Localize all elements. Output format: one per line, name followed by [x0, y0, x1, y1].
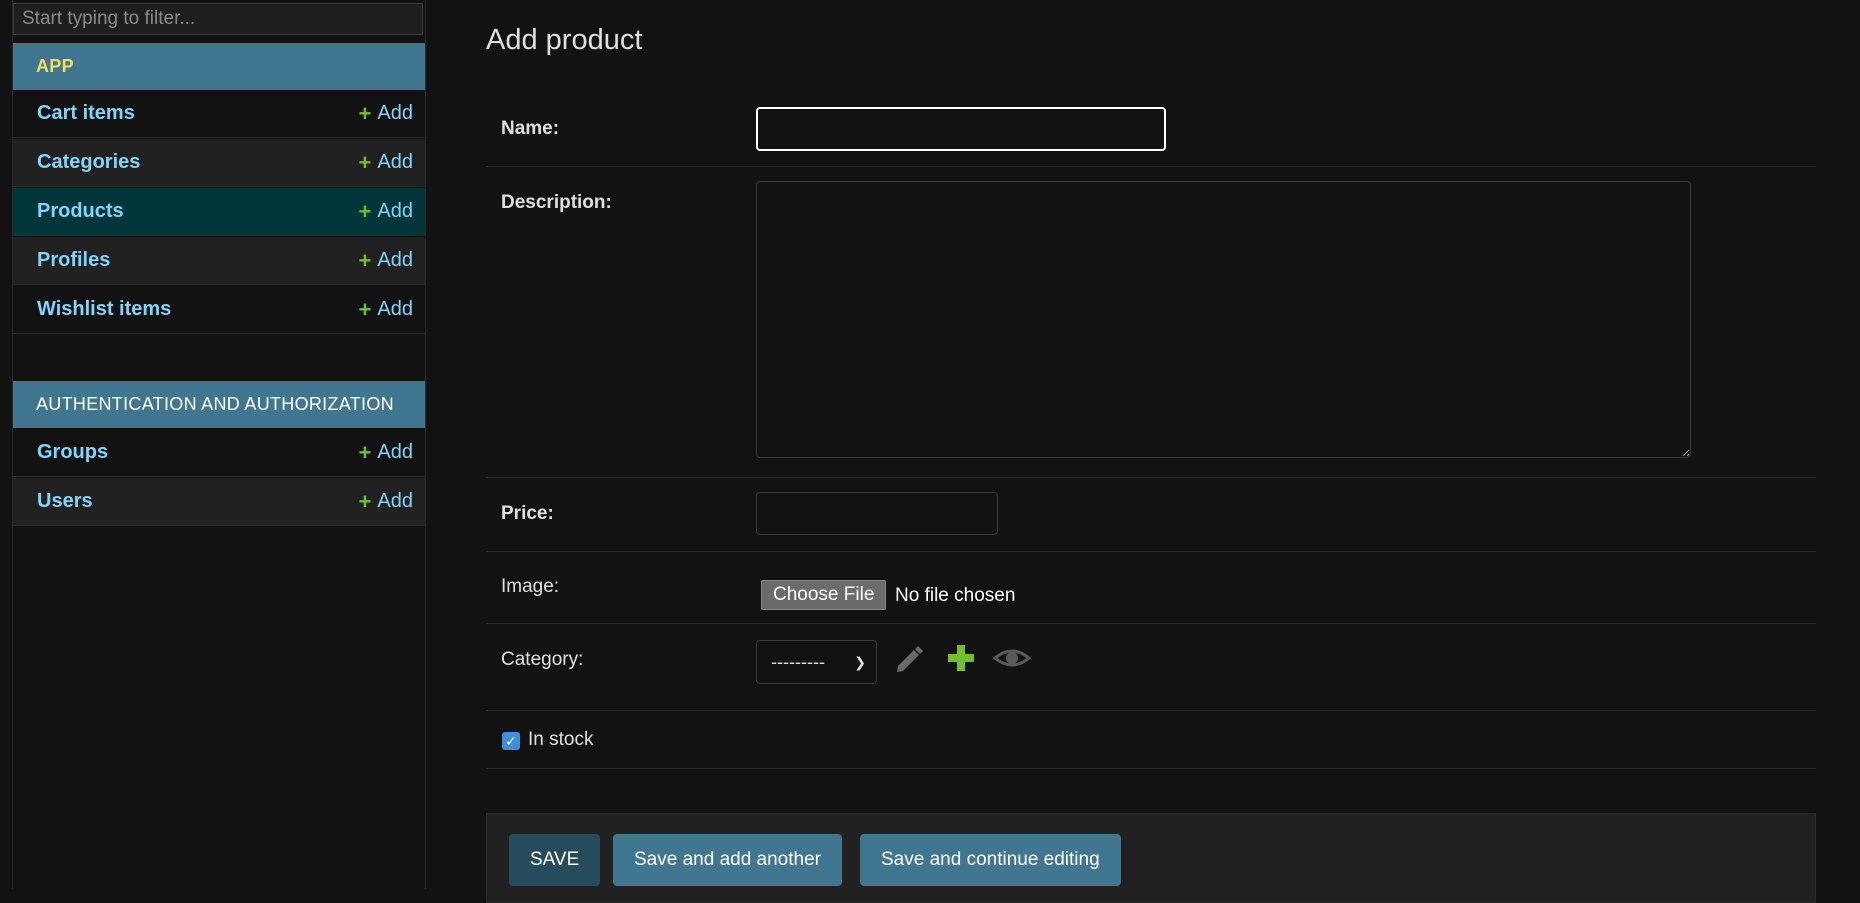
nav-sidebar: APP Cart items +Add Categories +Add Prod… — [0, 0, 426, 889]
sidebar-item-users: Users + Add — [13, 478, 425, 526]
module-header-app[interactable]: APP — [13, 43, 425, 90]
description-textarea[interactable] — [756, 181, 1691, 458]
form-row-description: Description: — [486, 167, 1816, 478]
name-label: Name: — [501, 118, 560, 139]
chevron-down-icon: ❯ — [854, 653, 866, 670]
sidebar-item-categories: Categories + Add — [13, 139, 425, 187]
module-header-auth[interactable]: AUTHENTICATION AND AUTHORIZATION — [13, 381, 425, 428]
add-group-link[interactable]: + Add — [359, 441, 413, 464]
plus-icon: + — [358, 247, 372, 273]
save-button[interactable]: SAVE — [509, 834, 601, 886]
pencil-icon[interactable] — [892, 642, 926, 676]
sidebar-item-groups: Groups + Add — [13, 429, 425, 477]
in-stock-label[interactable]: In stock — [528, 729, 593, 751]
category-label: Category: — [501, 649, 584, 670]
plus-icon: + — [358, 100, 372, 126]
save-and-add-another-button[interactable]: Save and add another — [613, 834, 842, 886]
add-label: Add — [377, 249, 413, 271]
price-input[interactable] — [756, 492, 998, 535]
plus-icon: + — [358, 296, 372, 322]
plus-icon[interactable] — [945, 642, 977, 674]
add-label: Add — [377, 102, 413, 124]
plus-icon: + — [358, 149, 372, 175]
add-label: Add — [377, 490, 413, 512]
form-row-category: Category: --------- ❯ — [486, 624, 1816, 711]
submit-row: SAVE Save and add another Save and conti… — [486, 813, 1816, 903]
sidebar-item-label[interactable]: Profiles — [37, 249, 110, 272]
form-row-image: Image: Choose File No file chosen — [486, 552, 1816, 624]
sidebar-item-label[interactable]: Cart items — [37, 102, 135, 125]
add-profile-link[interactable]: + Add — [359, 249, 413, 272]
form-row-name: Name: — [486, 92, 1816, 167]
add-user-link[interactable]: + Add — [359, 490, 413, 513]
price-label: Price: — [501, 503, 554, 524]
eye-icon[interactable] — [993, 642, 1031, 674]
sidebar-filter-input[interactable] — [13, 3, 423, 35]
plus-icon: + — [358, 198, 372, 224]
sidebar-item-label[interactable]: Wishlist items — [37, 298, 171, 321]
category-selected-value: --------- — [771, 651, 825, 672]
choose-file-button[interactable]: Choose File — [761, 580, 887, 610]
file-status-text: No file chosen — [895, 585, 1016, 606]
sidebar-item-products: Products + Add — [13, 188, 425, 236]
form-row-in-stock: ✓ In stock — [486, 711, 1816, 769]
category-select[interactable]: --------- ❯ — [756, 640, 877, 684]
add-product-link[interactable]: + Add — [359, 200, 413, 223]
sidebar-item-cart-items: Cart items + Add — [13, 90, 425, 138]
plus-icon: + — [358, 439, 372, 465]
add-label: Add — [377, 441, 413, 463]
form-row-price: Price: — [486, 478, 1816, 552]
description-label: Description: — [501, 192, 612, 213]
sidebar-item-label[interactable]: Products — [37, 200, 124, 223]
save-and-continue-button[interactable]: Save and continue editing — [860, 834, 1121, 886]
add-cart-item-link[interactable]: + Add — [359, 102, 413, 125]
image-label: Image: — [501, 576, 560, 597]
add-label: Add — [377, 200, 413, 222]
sidebar-item-profiles: Profiles + Add — [13, 237, 425, 285]
add-category-link[interactable]: + Add — [359, 151, 413, 174]
name-input[interactable] — [756, 107, 1166, 151]
main-content: Add product Name: Description: Price: Im… — [486, 0, 1860, 903]
module-title[interactable]: AUTHENTICATION AND AUTHORIZATION — [36, 394, 394, 415]
in-stock-checkbox[interactable]: ✓ — [502, 732, 520, 750]
plus-icon: + — [358, 488, 372, 514]
sidebar-item-label[interactable]: Users — [37, 490, 93, 513]
add-label: Add — [377, 151, 413, 173]
page-title: Add product — [486, 24, 643, 56]
sidebar-item-wishlist-items: Wishlist items + Add — [13, 286, 425, 334]
module-title[interactable]: APP — [36, 56, 74, 77]
add-label: Add — [377, 298, 413, 320]
sidebar-item-label[interactable]: Categories — [37, 151, 140, 174]
add-wishlist-item-link[interactable]: + Add — [359, 298, 413, 321]
sidebar-item-label[interactable]: Groups — [37, 441, 108, 464]
